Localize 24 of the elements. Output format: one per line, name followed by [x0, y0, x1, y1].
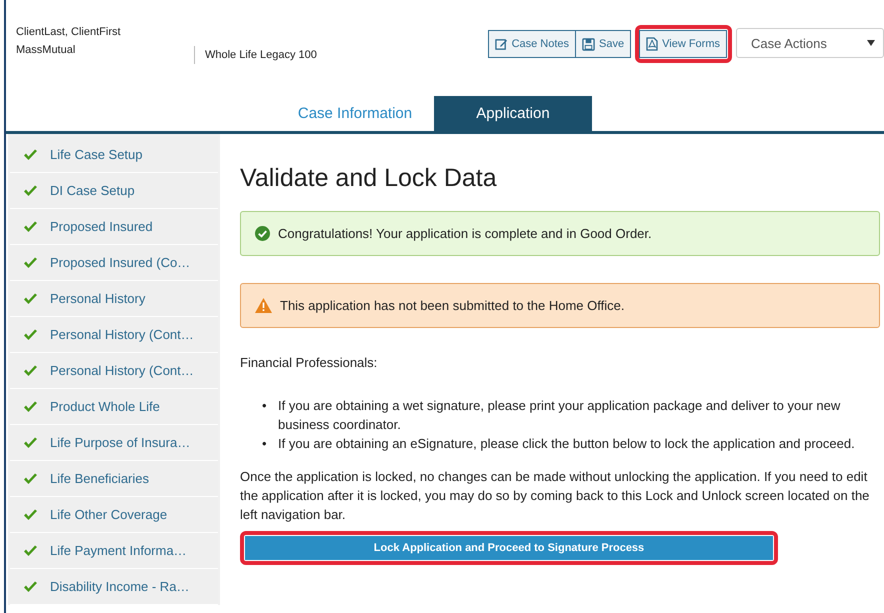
alert-box: This application has not been submitted to the Home Office.: [240, 283, 880, 328]
page-title: Validate and Lock Data: [240, 164, 498, 193]
check-circle-icon: [255, 226, 270, 241]
tab[interactable]: Application: [434, 96, 592, 131]
lock-application-button[interactable]: Lock Application and Proceed to Signature Process: [245, 536, 773, 560]
alert-box: Congratulations! Your application is complete and in Good Order.: [240, 211, 880, 256]
toolbar-button[interactable]: Save: [575, 30, 632, 58]
toolbar-button[interactable]: Case Notes: [488, 30, 576, 58]
case-actions-dropdown[interactable]: Case Actions: [736, 28, 884, 58]
client-name: ClientLast, ClientFirst: [16, 26, 122, 38]
bullet-marker: •: [262, 397, 268, 415]
edit-icon: [494, 38, 508, 50]
bullet-marker: •: [262, 435, 268, 453]
product-name: Whole Life Legacy 100: [194, 46, 317, 64]
save-icon: [582, 38, 596, 50]
bullet-text: If you are obtaining a wet signature, please print your application package and deliver to your new business coordinator.: [278, 397, 842, 434]
bullet-text: If you are obtaining an eSignature, please click the button below to lock the application and proceed.: [278, 435, 855, 453]
note-text: Once the application is locked, no changes can be made without unlocking the application. If you need to edit the application after it is locked, you may do so by coming back to this Lock and Unlock screen located on the left navigation bar.: [240, 468, 870, 524]
pdf-file-icon: [646, 37, 658, 51]
toolbar-button[interactable]: View Forms: [639, 30, 727, 58]
carrier-name: MassMutual: [16, 44, 76, 56]
caret-icon: [867, 40, 875, 46]
intro-text: Financial Professionals:: [240, 355, 378, 370]
warning-icon: [255, 298, 272, 313]
